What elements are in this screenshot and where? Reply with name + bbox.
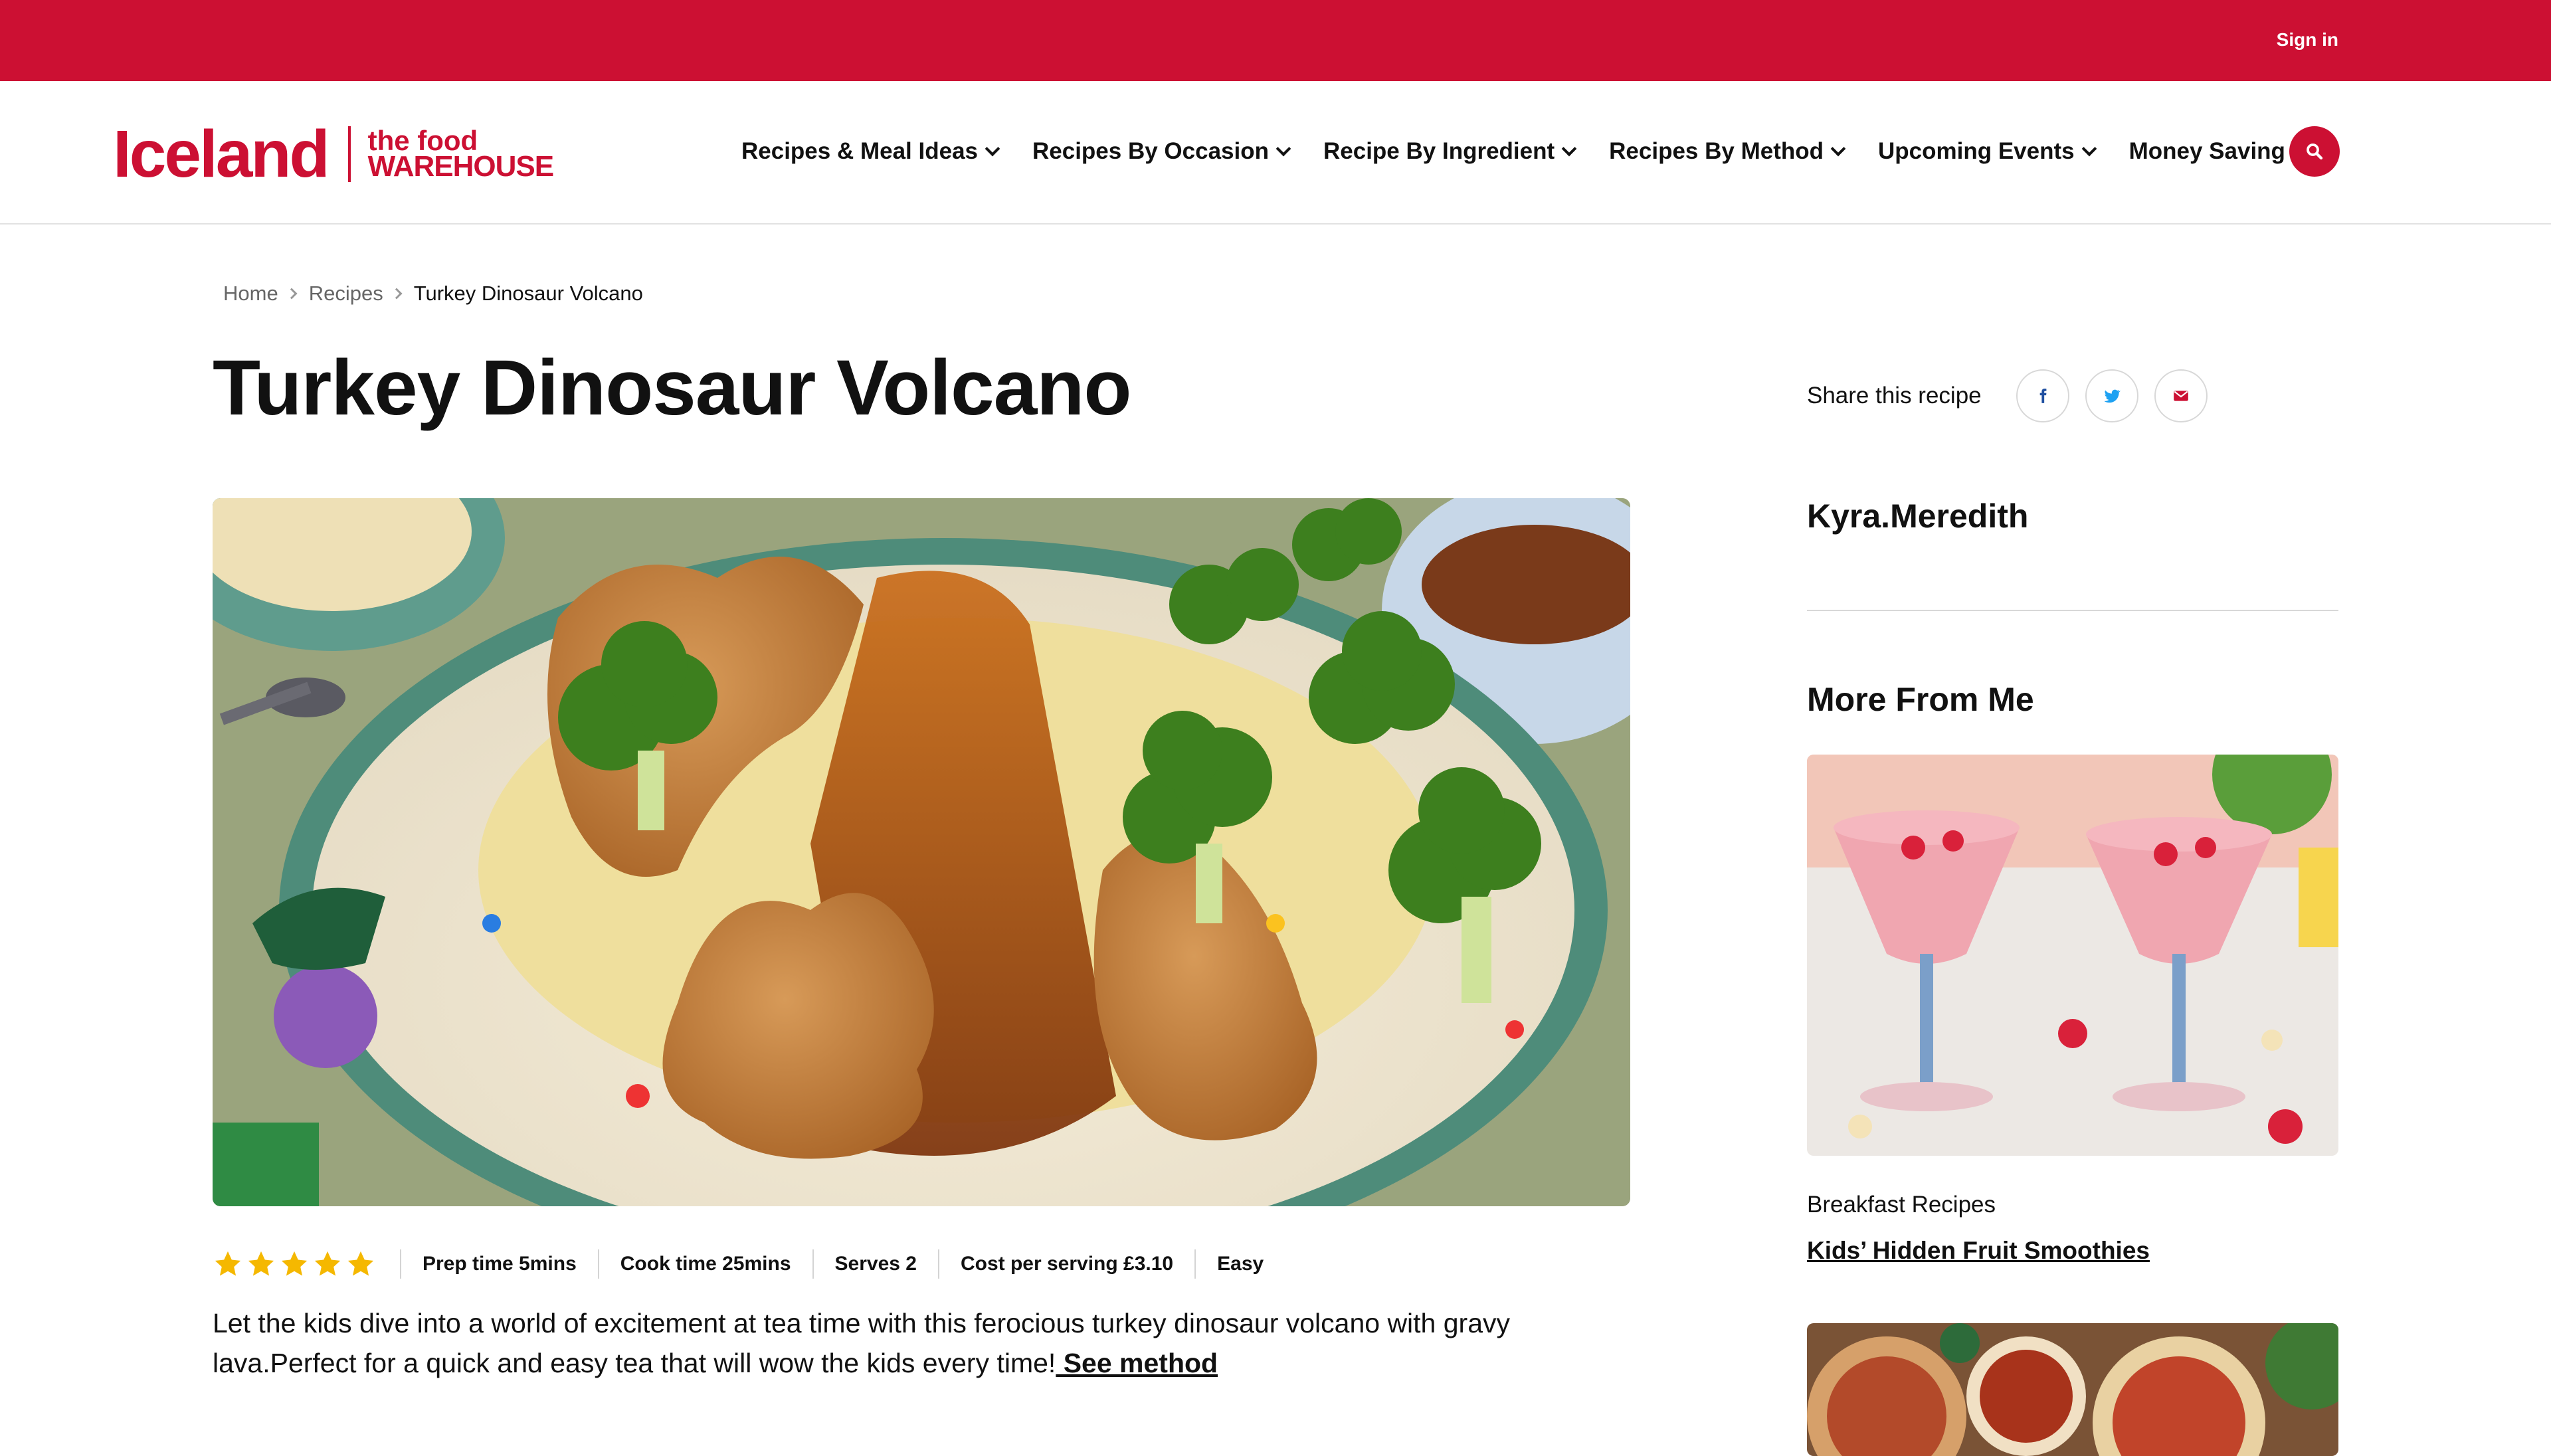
more-from-me-title: More From Me [1807,681,2034,718]
see-method-link[interactable]: See method [1056,1348,1218,1378]
card-image-smoothies[interactable] [1807,755,2338,1156]
author-name[interactable]: Kyra.Meredith [1807,497,2028,535]
smoothie-illustration [1807,755,2338,1156]
nav-label: Recipes By Method [1609,138,1824,164]
search-button[interactable] [2289,126,2340,177]
description-text: Let the kids dive into a world of excite… [213,1308,1511,1378]
card-title-link[interactable]: Kids’ Hidden Fruit Smoothies [1807,1237,2150,1265]
nav-upcoming-events[interactable]: Upcoming Events [1878,138,2097,165]
breadcrumb: Home Recipes Turkey Dinosaur Volcano [223,282,643,306]
mail-icon [2173,391,2188,401]
logo-tfw-line2: WAREHOUSE [367,150,554,183]
twitter-icon [2103,389,2121,403]
breadcrumb-current: Turkey Dinosaur Volcano [413,282,643,305]
prep-time: Prep time 5mins [400,1249,598,1279]
chevron-down-icon [1276,141,1291,157]
star-icon [314,1251,341,1276]
nav-recipes-meal-ideas[interactable]: Recipes & Meal Ideas [741,138,1000,165]
share-twitter-button[interactable] [2085,369,2138,422]
nav-recipes-by-occasion[interactable]: Recipes By Occasion [1032,138,1291,165]
recipe-meta: Prep time 5mins Cook time 25mins Serves … [213,1242,1285,1286]
cook-time: Cook time 25mins [597,1249,812,1279]
nav-recipes-by-method[interactable]: Recipes By Method [1609,138,1846,165]
card-category: Breakfast Recipes [1807,1192,1996,1218]
chevron-right-icon [286,288,298,300]
search-icon [2307,143,2323,160]
nav-label: Recipe By Ingredient [1323,138,1555,164]
share-facebook-button[interactable] [2016,369,2069,422]
logo-divider [347,126,351,182]
nav-label: Recipes By Occasion [1032,138,1269,164]
facebook-icon [2039,389,2047,403]
hero-illustration [213,498,1630,1206]
chevron-down-icon [1830,141,1846,157]
share-bar: Share this recipe [1807,369,2223,422]
recipe-hero-image [213,498,1630,1206]
share-label: Share this recipe [1807,383,1982,409]
sign-in-link[interactable]: Sign in [2277,29,2338,50]
food-spread-illustration [1807,1323,2338,1456]
star-icon [248,1251,274,1276]
star-icon [347,1251,374,1276]
difficulty: Easy [1194,1249,1285,1279]
divider [1807,610,2338,611]
cost-per-serving: Cost per serving £3.10 [937,1249,1194,1279]
recipe-description: Let the kids dive into a world of excite… [213,1303,1608,1383]
chevron-down-icon [1561,141,1577,157]
breadcrumb-recipes[interactable]: Recipes [309,282,383,306]
serves: Serves 2 [812,1249,938,1279]
site-header: Iceland the food WAREHOUSE Recipes & Mea… [0,81,2551,225]
chevron-right-icon [391,288,403,300]
chevron-down-icon [2081,141,2097,157]
logo-food-warehouse: the food WAREHOUSE [367,127,554,183]
page-title: Turkey Dinosaur Volcano [213,344,1131,432]
top-bar: Sign in [0,0,2551,81]
card-image-next[interactable] [1807,1323,2338,1456]
nav-label: Recipes & Meal Ideas [741,138,978,164]
rating-stars [213,1249,376,1279]
chevron-down-icon [985,141,1000,157]
logo-iceland: Iceland [113,117,330,191]
nav-label: Upcoming Events [1878,138,2075,164]
site-logo[interactable]: Iceland the food WAREHOUSE [113,117,554,191]
breadcrumb-home[interactable]: Home [223,282,278,306]
star-icon [215,1251,241,1276]
main-nav: Recipes & Meal Ideas Recipes By Occasion… [741,138,2374,165]
share-email-button[interactable] [2154,369,2208,422]
star-icon [281,1251,308,1276]
nav-recipe-by-ingredient[interactable]: Recipe By Ingredient [1323,138,1577,165]
